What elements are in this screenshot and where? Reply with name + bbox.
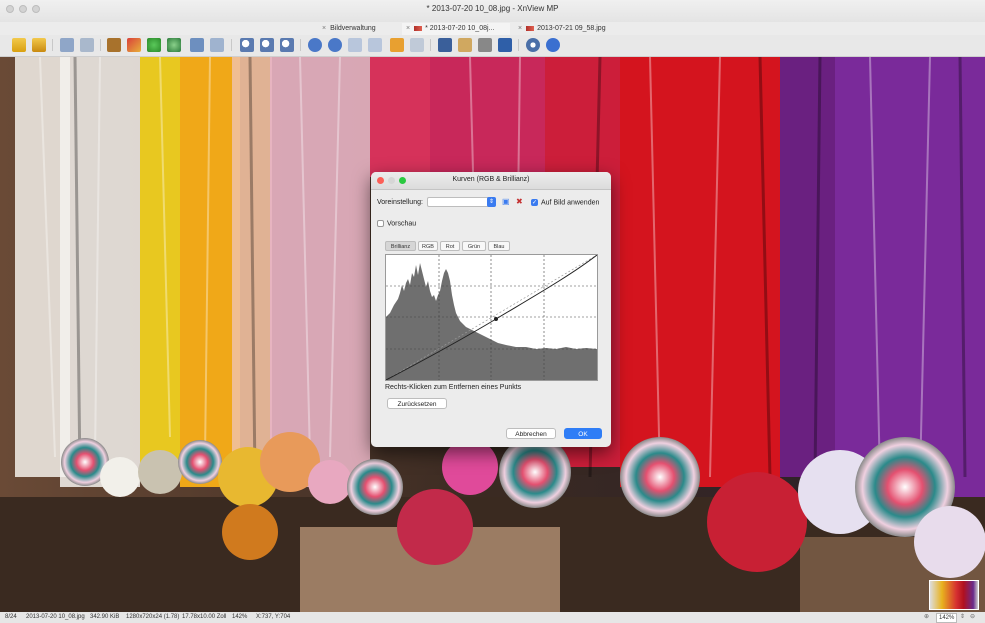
zoom-in-icon[interactable]	[240, 38, 254, 52]
print-icon[interactable]	[478, 38, 492, 52]
status-dimensions: 1280x720x24 (1.78)	[126, 614, 180, 620]
tab-browser[interactable]: × Bildverwaltung	[318, 23, 400, 35]
delete-preset-icon[interactable]: ✖	[516, 197, 523, 206]
toolbar-separator	[231, 39, 232, 51]
tab-blau[interactable]: Blau	[488, 241, 510, 251]
apply-to-image-checkbox[interactable]: ✓ Auf Bild anwenden	[531, 199, 599, 206]
prev-icon[interactable]	[308, 38, 322, 52]
dialog-titlebar: Kurven (RGB & Brillianz)	[371, 172, 611, 190]
ok-button[interactable]: OK	[564, 428, 602, 439]
status-index: 8/24	[5, 614, 17, 620]
crop-icon[interactable]	[107, 38, 121, 52]
curve-point[interactable]	[494, 317, 498, 321]
zoom-tool-icon[interactable]: ⊕	[924, 612, 929, 623]
slideshow-icon[interactable]	[390, 38, 404, 52]
navigator-thumbnail[interactable]	[929, 580, 979, 610]
rotate-right-icon[interactable]	[80, 38, 94, 52]
preset-select[interactable]	[427, 197, 494, 207]
tab-label: * 2013-07-20 10_08j...	[425, 25, 495, 32]
toolbar-separator	[518, 39, 519, 51]
tab-label: Bildverwaltung	[330, 25, 376, 32]
tab-close-icon[interactable]: ×	[518, 25, 522, 32]
reset-button[interactable]: Zurücksetzen	[387, 398, 447, 409]
rotate-left-icon[interactable]	[60, 38, 74, 52]
window-title: * 2013-07-20 10_08.jpg - XnView MP	[426, 4, 559, 13]
toolbar-separator	[430, 39, 431, 51]
image-thumb-icon	[526, 25, 535, 31]
next-icon[interactable]	[328, 38, 342, 52]
fullscreen-icon[interactable]	[32, 38, 46, 52]
preview-label: Vorschau	[387, 220, 417, 228]
toolbar-separator	[52, 39, 53, 51]
hint-text: Rechts-Klicken zum Entfernen eines Punkt…	[385, 384, 522, 391]
help-icon[interactable]	[546, 38, 560, 52]
tab-rot[interactable]: Rot	[440, 241, 460, 251]
checkmark-icon: ✓	[531, 199, 538, 206]
tab-bar: × Bildverwaltung × * 2013-07-20 10_08j... …	[318, 23, 668, 35]
color-icon[interactable]	[147, 38, 161, 52]
curve-editor[interactable]	[385, 254, 598, 381]
status-coords: X:737, Y:704	[256, 614, 291, 620]
cancel-button[interactable]: Abbrechen	[506, 428, 556, 439]
zoom-out-icon[interactable]	[280, 38, 294, 52]
paint-icon[interactable]	[458, 38, 472, 52]
image-thumb-icon	[414, 25, 423, 31]
settings-icon[interactable]	[526, 38, 540, 52]
zoom-stepper-icon[interactable]: ⇕	[960, 612, 965, 623]
view-icon[interactable]	[410, 38, 424, 52]
tab-close-icon[interactable]: ×	[406, 25, 410, 32]
apply-label: Auf Bild anwenden	[541, 199, 600, 207]
save-icon[interactable]	[498, 38, 512, 52]
zoom-fit-icon[interactable]	[260, 38, 274, 52]
tab-brillianz[interactable]: Brillianz	[385, 241, 416, 251]
status-filesize: 342.90 KiB	[90, 614, 120, 620]
first-icon[interactable]	[348, 38, 362, 52]
window-titlebar: * 2013-07-20 10_08.jpg - XnView MP	[0, 0, 985, 22]
tab-gruen[interactable]: Grün	[462, 241, 486, 251]
browser-icon[interactable]	[12, 38, 26, 52]
resize-icon[interactable]	[127, 38, 141, 52]
save-preset-icon[interactable]: ▣	[502, 197, 510, 206]
preview-checkbox[interactable]: Vorschau	[377, 220, 416, 227]
toolbar-separator	[300, 39, 301, 51]
toolbar	[0, 35, 985, 57]
edit-icon[interactable]	[210, 38, 224, 52]
tab-current-image[interactable]: × * 2013-07-20 10_08j...	[402, 23, 510, 35]
zoom-level-field[interactable]: 142%	[936, 613, 958, 623]
status-zoom: 142%	[232, 614, 248, 620]
tab-rgb[interactable]: RGB	[418, 241, 438, 251]
preset-label: Voreinstellung:	[377, 199, 423, 206]
dialog-title: Kurven (RGB & Brillianz)	[452, 176, 530, 183]
fit-window-icon[interactable]	[438, 38, 452, 52]
curves-dialog: Kurven (RGB & Brillianz) Voreinstellung:…	[371, 172, 611, 447]
toolbar-separator	[100, 39, 101, 51]
image-settings-icon[interactable]	[190, 38, 204, 52]
status-bar: 8/24 2013-07-20 10_08.jpg 342.90 KiB 128…	[0, 612, 985, 623]
adjust-icon[interactable]	[167, 38, 181, 52]
zoom-out-status-icon[interactable]: ⊖	[970, 612, 975, 623]
tab-close-icon[interactable]: ×	[322, 25, 326, 32]
tab-label: 2013-07-21 09_58.jpg	[537, 25, 606, 32]
checkbox-box	[377, 220, 384, 227]
status-filename: 2013-07-20 10_08.jpg	[26, 614, 85, 620]
select-arrow-icon[interactable]: ⇕	[487, 197, 496, 207]
last-icon[interactable]	[368, 38, 382, 52]
status-print-size: 17.78x10.00 Zoll	[182, 614, 227, 620]
tab-other-image[interactable]: × 2013-07-21 09_58.jpg	[514, 23, 664, 35]
